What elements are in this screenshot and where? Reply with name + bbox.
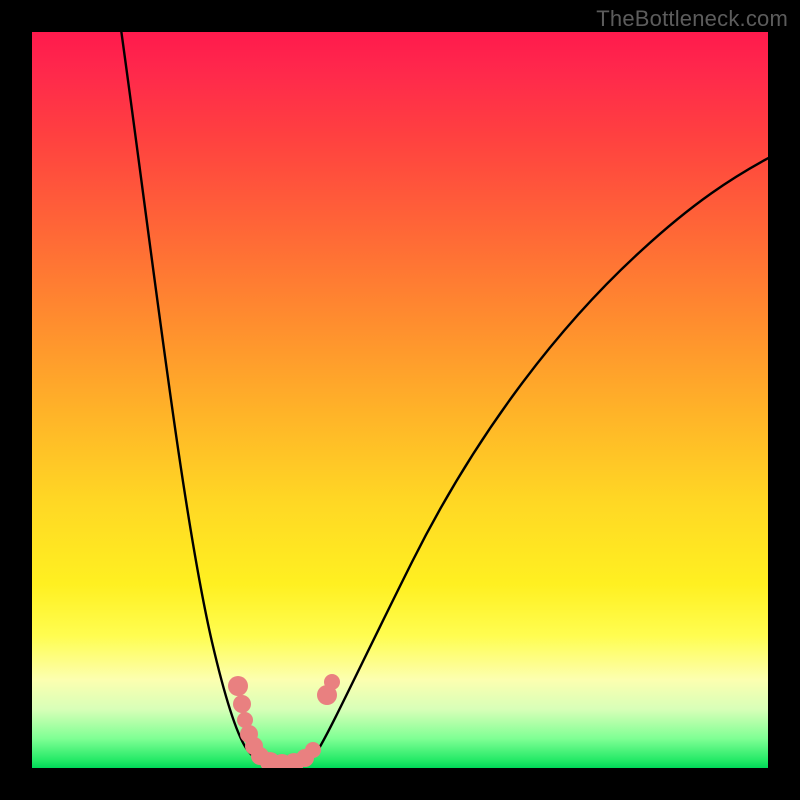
bottleneck-curve-layer (32, 32, 768, 768)
valley-markers (228, 674, 340, 768)
valley-marker (228, 676, 248, 696)
watermark-text: TheBottleneck.com (596, 6, 788, 32)
curve-right-branch (318, 154, 768, 750)
valley-marker (233, 695, 251, 713)
bottleneck-curve (120, 32, 768, 766)
curve-left-branch (120, 32, 264, 763)
chart-frame: TheBottleneck.com (0, 0, 800, 800)
valley-marker (324, 674, 340, 690)
plot-area (32, 32, 768, 768)
valley-marker (305, 742, 321, 758)
